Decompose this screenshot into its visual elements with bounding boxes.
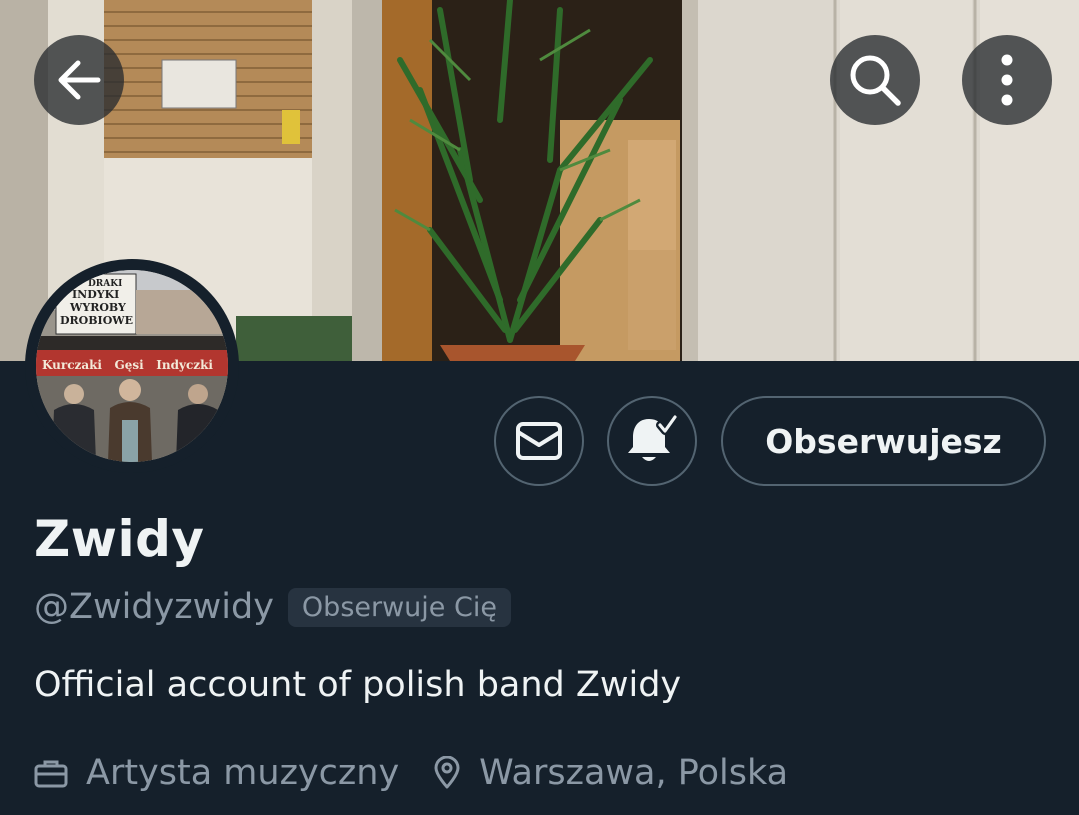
- search-icon: [850, 55, 901, 106]
- arrow-left-icon: [58, 60, 101, 100]
- location-label: Warszawa, Polska: [479, 753, 789, 793]
- avatar[interactable]: DRAKI INDYKI WYROBY DROBIOWE Kurczaki Gę…: [25, 259, 239, 473]
- profile-meta: Artysta muzyczny Warszawa, Polska: [34, 748, 788, 798]
- avatar-photo: DRAKI INDYKI WYROBY DROBIOWE Kurczaki Gę…: [36, 270, 228, 462]
- envelope-icon: [516, 422, 562, 460]
- bell-check-icon: [628, 415, 679, 461]
- notifications-button[interactable]: [607, 396, 697, 486]
- profile-bio: Official account of polish band Zwidy: [34, 665, 682, 705]
- user-handle: @Zwidyzwidy: [34, 587, 274, 627]
- handle-row: @Zwidyzwidy Obserwuje Cię: [34, 585, 511, 629]
- search-button[interactable]: [830, 35, 920, 125]
- avatar-sign-bottom: Kurczaki Gęsi Indyczki: [42, 358, 213, 372]
- avatar-sign-line-3: WYROBY: [69, 301, 126, 314]
- category-item: Artysta muzyczny: [34, 753, 399, 793]
- avatar-sign-line-4: DROBIOWE: [60, 314, 133, 327]
- message-button[interactable]: [494, 396, 584, 486]
- follows-you-badge: Obserwuje Cię: [287, 587, 511, 627]
- category-label: Artysta muzyczny: [86, 753, 400, 793]
- following-button[interactable]: Obserwujesz: [721, 396, 1046, 486]
- avatar-sign-line-2: INDYKI: [72, 288, 119, 301]
- more-options-button[interactable]: [962, 35, 1052, 125]
- briefcase-icon: [34, 760, 68, 788]
- location-pin-icon: [434, 756, 460, 789]
- more-vertical-icon: [1001, 54, 1013, 106]
- display-name: Zwidy: [34, 510, 205, 568]
- location-item: Warszawa, Polska: [433, 753, 788, 793]
- back-button[interactable]: [34, 35, 124, 125]
